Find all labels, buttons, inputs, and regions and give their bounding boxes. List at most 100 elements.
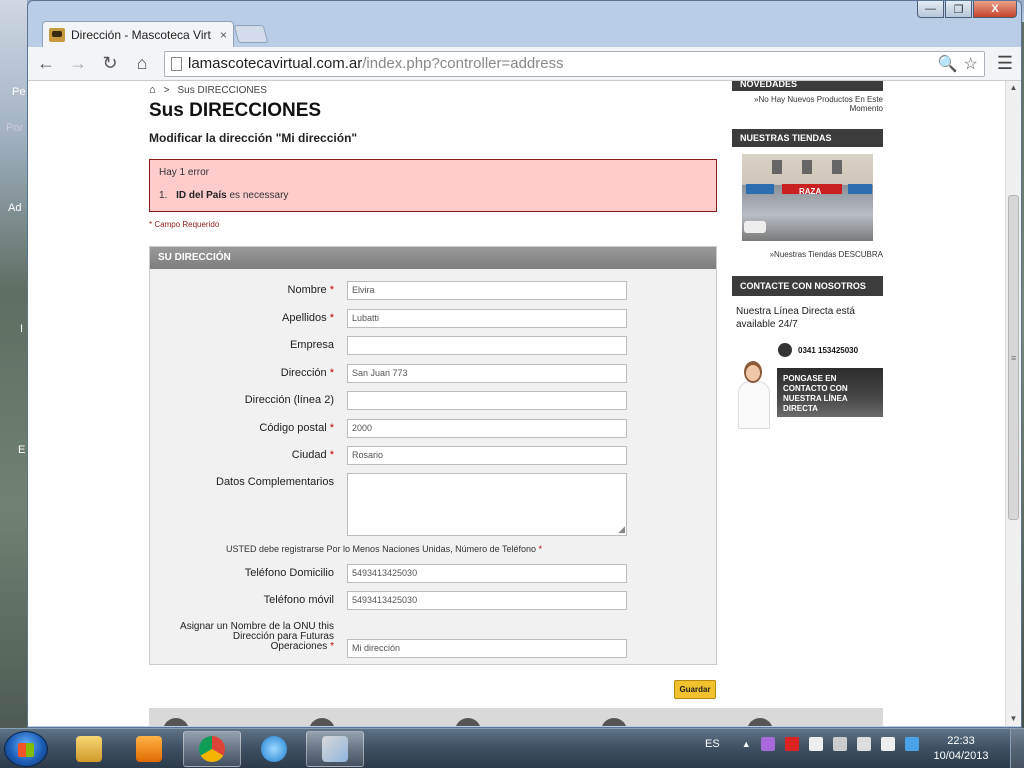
datos-complementarios-textarea[interactable]: ◢ bbox=[347, 473, 627, 536]
taskbar-ie[interactable] bbox=[245, 731, 303, 767]
network-icon[interactable] bbox=[856, 737, 871, 751]
codigo-postal-input[interactable]: 2000 bbox=[347, 419, 627, 438]
tray-expand-icon[interactable]: ▲ bbox=[742, 739, 751, 749]
maximize-button[interactable]: ❐ bbox=[945, 1, 972, 18]
footer-band bbox=[149, 708, 883, 726]
telefono-domicilio-input[interactable]: 5493413425030 bbox=[347, 564, 627, 583]
phone-notice: USTED debe registrarse Por lo Menos Naci… bbox=[226, 544, 543, 554]
address-bar[interactable]: lamascotecavirtual.com.ar/index.php?cont… bbox=[164, 50, 985, 77]
footer-icon[interactable] bbox=[601, 718, 627, 726]
error-item-text: es necessary bbox=[229, 190, 289, 201]
store-photo[interactable]: RAZA bbox=[742, 154, 873, 241]
tray-app-icon[interactable] bbox=[760, 737, 775, 751]
contact-heading: CONTACTE CON NOSOTROS bbox=[732, 276, 883, 296]
close-window-button[interactable]: X bbox=[973, 1, 1017, 18]
footer-icon[interactable] bbox=[455, 718, 481, 726]
bookmark-star-icon[interactable]: ☆ bbox=[964, 54, 978, 74]
save-button[interactable]: Guardar bbox=[674, 680, 716, 699]
error-item: 1. ID del País es necessary bbox=[159, 190, 707, 201]
field-label: Apellidos * bbox=[282, 312, 334, 324]
contact-phone: 0341 153425030 bbox=[778, 343, 858, 357]
news-text: »No Hay Nuevos Productos En Este Momento bbox=[754, 95, 883, 113]
taskbar: ES ▲ 22:33 10/04/2013 bbox=[0, 728, 1024, 768]
stores-link[interactable]: »Nuestras Tiendas DESCUBRA bbox=[770, 250, 883, 259]
vertical-scrollbar[interactable]: ▲ ≡ ▼ bbox=[1005, 81, 1021, 726]
field-label: Código postal * bbox=[259, 422, 334, 434]
field-label: Asignar un Nombre de la ONU this Direcci… bbox=[180, 621, 334, 652]
show-desktop-button[interactable] bbox=[1010, 729, 1024, 768]
browser-tab[interactable]: Dirección - Mascoteca Virt × bbox=[42, 21, 234, 47]
volume-icon[interactable] bbox=[880, 737, 895, 751]
clock[interactable]: 22:33 10/04/2013 bbox=[930, 734, 992, 764]
operator-illustration bbox=[736, 361, 772, 431]
footer-icon[interactable] bbox=[309, 718, 335, 726]
reload-icon[interactable]: ↻ bbox=[100, 53, 120, 74]
footer-icon[interactable] bbox=[163, 718, 189, 726]
footer-icon[interactable] bbox=[747, 718, 773, 726]
resize-grip-icon[interactable]: ◢ bbox=[618, 524, 625, 535]
error-box: Hay 1 error 1. ID del País es necessary bbox=[149, 159, 717, 212]
taskbar-paint[interactable] bbox=[306, 731, 364, 767]
minimize-button[interactable]: — bbox=[917, 1, 944, 18]
telefono-movil-input[interactable]: 5493413425030 bbox=[347, 591, 627, 610]
back-icon[interactable]: ← bbox=[36, 53, 56, 74]
desktop-left-strip: Pe Por Ad I E bbox=[0, 0, 27, 728]
chrome-icon bbox=[199, 736, 225, 762]
required-note: * Campo Requerido bbox=[149, 220, 220, 229]
flag-icon[interactable] bbox=[808, 737, 823, 751]
error-heading: Hay 1 error bbox=[159, 167, 210, 178]
contact-text: Nuestra Línea Directa está available 24/… bbox=[736, 306, 855, 330]
url-path: /index.php?controller=address bbox=[362, 55, 564, 72]
form-legend: SU DIRECCIÓN bbox=[150, 247, 716, 269]
home-icon[interactable]: ⌂ bbox=[132, 53, 152, 74]
apellidos-input[interactable]: Lubatti bbox=[347, 309, 627, 328]
field-label: Datos Complementarios bbox=[216, 476, 334, 488]
contact-hotline-button[interactable]: PONGASE EN CONTACTO CON NUESTRA LÍNEA DI… bbox=[777, 368, 883, 417]
news-heading: NOVEDADES bbox=[732, 81, 883, 91]
system-tray: ES ▲ bbox=[705, 737, 919, 751]
ciudad-input[interactable]: Rosario bbox=[347, 446, 627, 465]
scroll-up-icon[interactable]: ▲ bbox=[1006, 81, 1021, 95]
clock-date: 10/04/2013 bbox=[933, 750, 989, 762]
scroll-down-icon[interactable]: ▼ bbox=[1006, 712, 1021, 726]
dropbox-icon[interactable] bbox=[904, 737, 919, 751]
tray-tool-icon[interactable] bbox=[832, 737, 847, 751]
forward-icon[interactable]: → bbox=[68, 53, 88, 74]
taskbar-chrome[interactable] bbox=[183, 731, 241, 767]
empresa-input[interactable] bbox=[347, 336, 627, 355]
alias-input[interactable]: Mi dirección bbox=[347, 639, 627, 658]
taskbar-explorer[interactable] bbox=[60, 731, 118, 767]
field-label: Ciudad * bbox=[291, 449, 334, 461]
tab-title: Dirección - Mascoteca Virt bbox=[71, 27, 211, 42]
clock-time: 22:33 bbox=[947, 735, 975, 747]
breadcrumb-separator: > bbox=[163, 84, 170, 96]
field-label: Empresa bbox=[289, 339, 334, 351]
field-label: Nombre * bbox=[287, 284, 334, 296]
breadcrumb: ⌂ > Sus DIRECCIONES bbox=[149, 84, 267, 96]
breadcrumb-home-icon[interactable]: ⌂ bbox=[149, 84, 156, 96]
tab-close-icon[interactable]: × bbox=[220, 28, 227, 42]
desktop-fragment: E bbox=[18, 444, 26, 456]
browser-menu-icon[interactable]: ☰ bbox=[997, 53, 1013, 74]
phone-icon bbox=[778, 343, 792, 357]
store-sign: RAZA bbox=[799, 187, 822, 196]
page-viewport: ⌂ > Sus DIRECCIONES Sus DIRECCIONES Modi… bbox=[28, 81, 1005, 726]
site-favicon-icon bbox=[49, 27, 65, 42]
scroll-grip-icon: ≡ bbox=[1011, 353, 1017, 363]
start-button[interactable] bbox=[4, 731, 48, 767]
browser-window: — ❐ X Dirección - Mascoteca Virt × ← → ↻… bbox=[27, 0, 1022, 728]
search-icon[interactable]: 🔍 bbox=[938, 54, 958, 74]
language-indicator[interactable]: ES bbox=[705, 738, 720, 750]
breadcrumb-current: Sus DIRECCIONES bbox=[177, 84, 267, 96]
taskbar-media-player[interactable] bbox=[120, 731, 178, 767]
page-title: Sus DIRECCIONES bbox=[149, 100, 322, 121]
windows-logo-icon bbox=[18, 743, 34, 757]
direccion-input[interactable]: San Juan 773 bbox=[347, 364, 627, 383]
acrobat-icon[interactable] bbox=[784, 737, 799, 751]
error-item-number: 1. bbox=[159, 190, 168, 201]
nombre-input[interactable]: Elvira bbox=[347, 281, 627, 300]
new-tab-button[interactable] bbox=[233, 25, 269, 43]
direccion-linea-2-input[interactable] bbox=[347, 391, 627, 410]
sidebar-news: NOVEDADES »No Hay Nuevos Productos En Es… bbox=[732, 81, 883, 121]
folder-icon bbox=[76, 736, 102, 762]
